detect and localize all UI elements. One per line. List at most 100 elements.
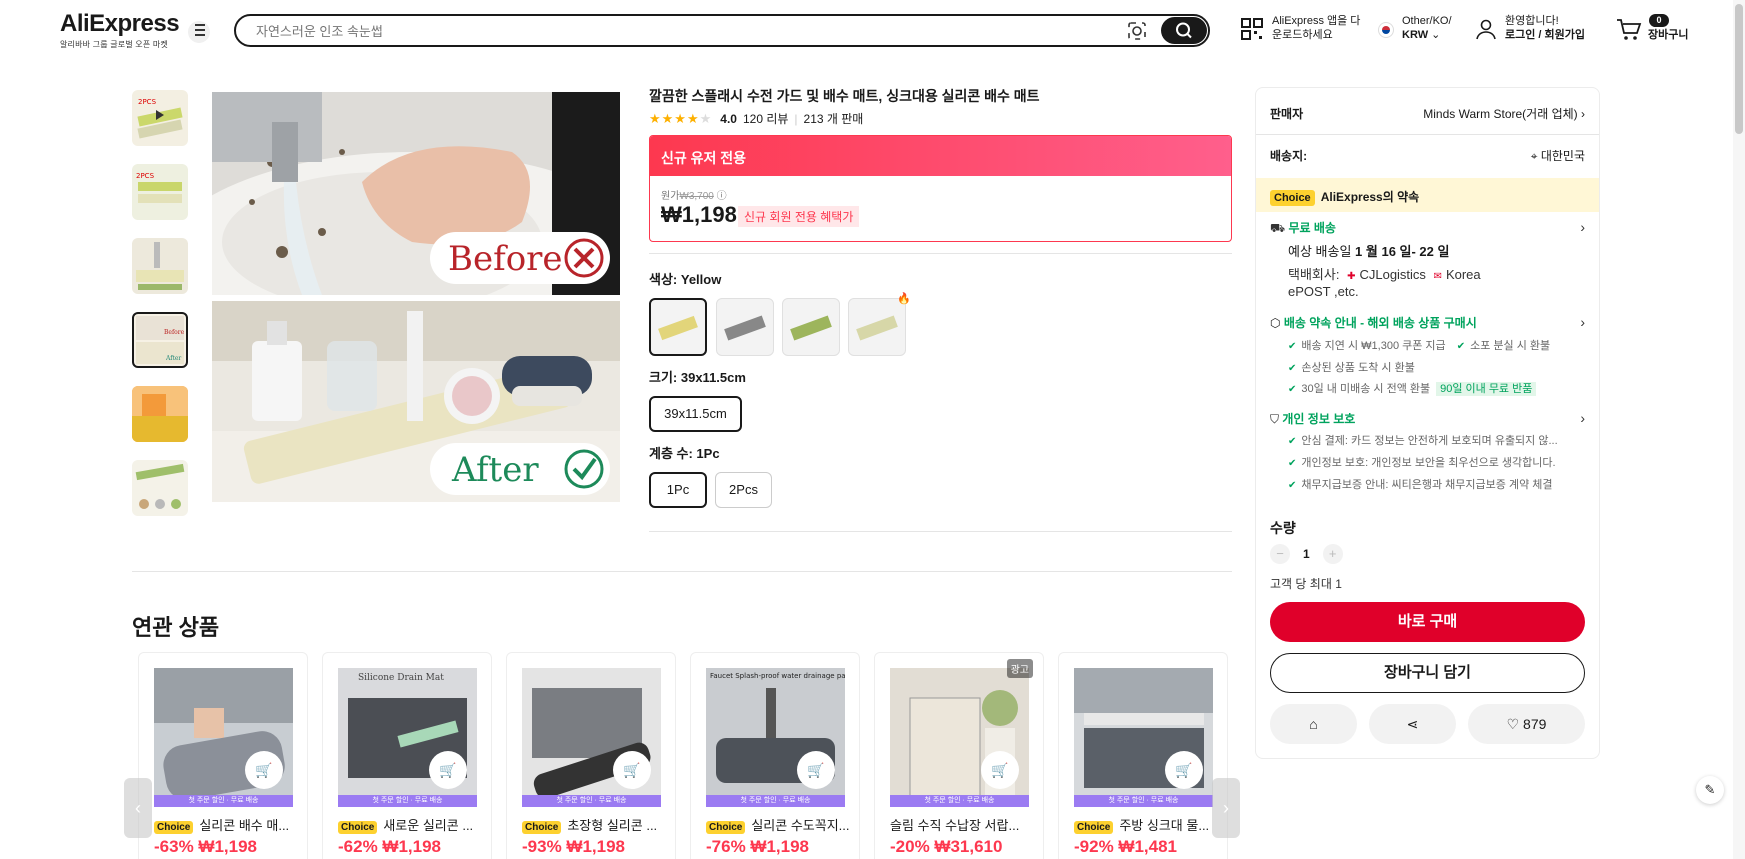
choice-tag: Choice [338,821,378,834]
related-card-image[interactable]: 첫 주문 할인 · 무료 배송 🛒 [890,668,1029,807]
related-card-image[interactable]: Silicone Drain Mat 첫 주문 할인 · 무료 배송 🛒 [338,668,477,807]
related-card-4[interactable]: Faucet Splash-proof water drainage pad 첫… [690,652,860,859]
purchase-panel: 판매자 Minds Warm Store(거래 업체) › 배송지: ⌖ 대한민… [1255,87,1600,759]
svg-text:2PCS: 2PCS [138,98,157,106]
choice-tag: Choice [522,821,562,834]
free-shipping-row[interactable]: ⛟ 무료 배송 › [1270,219,1585,237]
shield-icon: ⛉ [1270,412,1280,426]
related-card-1[interactable]: 첫 주문 할인 · 무료 배송 🛒 Choice 실리콘 배수 매... -63%… [138,652,308,859]
related-card-5[interactable]: 첫 주문 할인 · 무료 배송 🛒 광고 슬림 수직 수납장 서랍... -20… [874,652,1044,859]
related-card-6[interactable]: 첫 주문 할인 · 무료 배송 🛒 Choice 주방 싱크대 물... -92%… [1058,652,1228,859]
qty-decrease-button[interactable]: − [1270,544,1290,564]
card-promo-band: 첫 주문 할인 · 무료 배송 [338,795,477,807]
check-icon: ✔ [1288,436,1297,447]
carrier-cj: CJLogistics [1359,267,1426,282]
ad-badge: 광고 [1006,659,1033,678]
product-image-before[interactable]: Before [212,92,620,295]
size-option-39x11-5cm[interactable]: 39x11.5cm [649,396,742,432]
related-card-image[interactable]: 첫 주문 할인 · 무료 배송 🛒 [1074,668,1213,807]
review-count[interactable]: 120 리뷰 [743,110,788,127]
add-to-cart-button[interactable]: 장바구니 담기 [1270,653,1585,693]
thumbnail-2[interactable]: 2PCS [132,164,188,220]
related-card-image[interactable]: 첫 주문 할인 · 무료 배송 🛒 [154,668,293,807]
card-name: 초장형 실리콘 ... [567,818,658,833]
camera-search-icon[interactable] [1126,20,1148,42]
qty-increase-button[interactable]: + [1322,544,1343,564]
search-input[interactable] [256,22,1076,40]
add-to-cart-icon[interactable]: 🛒 [797,751,835,789]
region-line-1: Other/KO/ [1402,15,1452,27]
related-card-price: -63% ₩1,198 [154,837,257,856]
carousel-prev-button[interactable]: ‹ [124,778,152,838]
share-button[interactable]: ⋖ [1369,704,1456,744]
login-signup-link[interactable]: 로그인 / 회원가입 [1505,29,1585,41]
privacy-line-2: ✔ 개인정보 보호: 개인정보 보안을 최우선으로 생각합니다. [1288,454,1585,470]
choice-tag: Choice [154,821,194,834]
product-image-after[interactable]: After [212,301,620,502]
color-label: 색상: Yellow [649,272,722,287]
check-icon: ✔ [1288,458,1297,469]
store-button[interactable]: ⌂ [1270,704,1357,744]
related-card-2[interactable]: Silicone Drain Mat 첫 주문 할인 · 무료 배송 🛒 Cho… [322,652,492,859]
scrollbar-thumb[interactable] [1735,4,1743,134]
add-to-cart-icon[interactable]: 🛒 [1165,751,1203,789]
search-button[interactable] [1161,17,1207,44]
seller-name: Minds Warm Store(거래 업체) [1423,107,1578,121]
privacy-3: 채무지급보증 안내: 씨티은행과 채무지급보증 계약 체결 [1301,479,1553,491]
app-download[interactable]: AliExpress 앱을 다 운로드하세요 [1240,14,1360,42]
related-card-title: Choice 주방 싱크대 물... [1074,815,1224,834]
color-swatch-gray[interactable] [716,298,774,356]
add-to-cart-icon[interactable]: 🛒 [429,751,467,789]
color-swatch-green[interactable] [782,298,840,356]
search-icon [1176,22,1192,39]
card-name: 주방 싱크대 물... [1119,818,1210,833]
buy-now-button[interactable]: 바로 구매 [1270,602,1585,642]
thumbnail-3[interactable] [132,238,188,294]
tier-option-1pc[interactable]: 1Pc [649,472,707,508]
thumbnail-6[interactable] [132,460,188,516]
color-swatch-yellow[interactable] [649,298,707,356]
check-icon: ✔ [1456,341,1466,352]
promise-line-1: ✔ 배송 지연 시 ₩1,300 쿠폰 지급 ✔ 소포 분실 시 환불 [1288,337,1585,353]
color-swatch-beige[interactable] [848,298,906,356]
add-to-cart-icon[interactable]: 🛒 [613,751,651,789]
privacy-1: 안심 결제: 카드 정보는 안전하게 보호되며 유출되지 않... [1301,435,1558,447]
delivery-promise-row[interactable]: ⬡ 배송 약속 안내 - 해외 배송 상품 구매시 › [1270,314,1585,331]
aliexpress-logo[interactable]: AliExpress 알리바바 그룹 글로벌 오픈 마켓 [60,10,180,50]
qr-code-icon [1241,18,1263,40]
app-line-2: 운로드하세요 [1272,29,1333,41]
choice-banner: Choice AliExpress의 약속 [1256,178,1599,212]
delivery-date: 1 월 16 일- 22 일 [1355,244,1450,259]
wishlist-button[interactable]: ♡ 879 [1468,704,1585,744]
choice-tag: Choice [1074,821,1114,834]
thumbnail-1[interactable]: 2PCS [132,90,188,146]
hot-fire-icon: 🔥 [897,293,911,305]
related-card-3[interactable]: 첫 주문 할인 · 무료 배송 🛒 Choice 초장형 실리콘 ... -93%… [506,652,676,859]
privacy-row[interactable]: ⛉ 개인 정보 보호 › [1270,410,1585,427]
check-icon: ✔ [1288,384,1297,395]
korea-post-icon: ✉ [1433,271,1442,282]
region-selector[interactable]: Other/KO/ KRW ⌄ [1378,14,1452,42]
product-rating-row: ★★★★★ 4.0 120 리뷰 | 213 개 판매 [649,110,864,127]
carousel-next-button[interactable]: › [1212,778,1240,838]
divider [132,571,1232,572]
thumbnail-5[interactable] [132,386,188,442]
account-menu[interactable]: 환영합니다! 로그인 / 회원가입 [1475,14,1585,42]
seller-link[interactable]: Minds Warm Store(거래 업체) › [1423,105,1585,122]
add-to-cart-icon[interactable]: 🛒 [245,751,283,789]
hamburger-icon[interactable] [192,24,208,38]
tier-option-2pcs[interactable]: 2Pcs [715,472,772,508]
privacy-title: 개인 정보 보호 [1282,412,1356,426]
qty-value[interactable]: 1 [1293,547,1319,561]
related-card-price: -76% ₩1,198 [706,837,809,856]
info-icon[interactable]: ⓘ [717,191,727,202]
carrier-prefix: 택배회사: [1288,267,1340,282]
page-scrollbar[interactable] [1733,0,1745,859]
related-card-image[interactable]: 첫 주문 할인 · 무료 배송 🛒 [522,668,661,807]
after-caption: After [451,450,539,490]
add-to-cart-icon[interactable]: 🛒 [981,751,1019,789]
edit-feedback-button[interactable]: ✎ [1696,776,1724,804]
related-card-image[interactable]: Faucet Splash-proof water drainage pad 첫… [706,668,845,807]
ship-to-selector[interactable]: ⌖ 대한민국 [1531,147,1585,164]
thumbnail-4[interactable]: Before After [132,312,188,368]
